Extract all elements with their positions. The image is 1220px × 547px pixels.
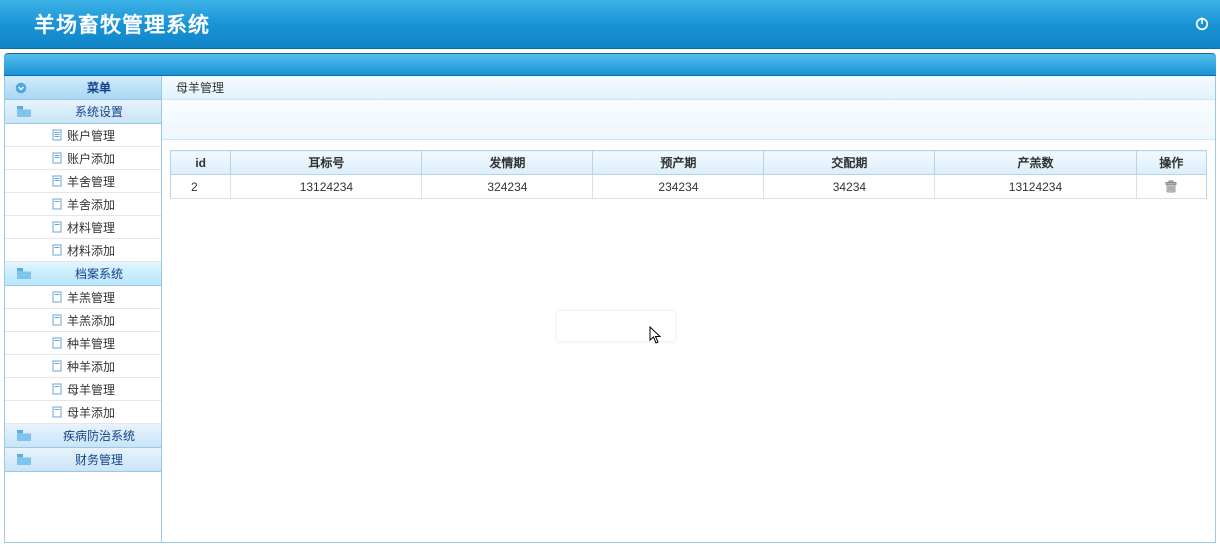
doc-icon — [51, 337, 63, 349]
sidebar-item-account-manage[interactable]: 账户管理 — [5, 124, 161, 147]
cell-action — [1136, 175, 1206, 199]
folder-icon — [17, 106, 31, 118]
cell-lamb: 13124234 — [935, 175, 1136, 199]
content-header: 母羊管理 — [162, 76, 1215, 100]
table-wrap: id 耳标号 发情期 预产期 交配期 产羔数 操作 2 13124234 324… — [162, 140, 1215, 209]
folder-icon — [17, 430, 31, 442]
sidebar-cat-finance[interactable]: 财务管理 — [5, 448, 161, 472]
floating-box — [556, 310, 676, 342]
sidebar-item-account-add[interactable]: 账户添加 — [5, 147, 161, 170]
sidebar-cat-label: 疾病防治系统 — [37, 427, 161, 444]
cell-ear: 13124234 — [231, 175, 422, 199]
cell-due: 234234 — [593, 175, 764, 199]
col-estrus[interactable]: 发情期 — [422, 151, 593, 175]
sidebar-item-label: 母羊管理 — [67, 381, 115, 398]
doc-icon — [51, 291, 63, 303]
folder-icon — [17, 268, 31, 280]
sidebar-cat-system[interactable]: 系统设置 — [5, 100, 161, 124]
sidebar-item-shed-add[interactable]: 羊舍添加 — [5, 193, 161, 216]
col-action[interactable]: 操作 — [1136, 151, 1206, 175]
top-blue-bar — [4, 53, 1216, 76]
cell-estrus: 324234 — [422, 175, 593, 199]
content-toolbar — [162, 100, 1215, 140]
sidebar-item-shed-manage[interactable]: 羊舍管理 — [5, 170, 161, 193]
sidebar-item-label: 种羊管理 — [67, 335, 115, 352]
sidebar-item-label: 羊舍管理 — [67, 173, 115, 190]
sidebar-item-label: 材料管理 — [67, 219, 115, 236]
doc-icon — [51, 383, 63, 395]
menu-header[interactable]: 菜单 — [5, 76, 161, 100]
collapse-icon — [15, 82, 27, 94]
table-header-row: id 耳标号 发情期 预产期 交配期 产羔数 操作 — [171, 151, 1207, 175]
doc-icon — [51, 244, 63, 256]
col-due[interactable]: 预产期 — [593, 151, 764, 175]
doc-icon — [51, 314, 63, 326]
sidebar-item-label: 种羊添加 — [67, 358, 115, 375]
col-lamb[interactable]: 产羔数 — [935, 151, 1136, 175]
trash-icon[interactable] — [1164, 180, 1178, 194]
sidebar-cat-label: 财务管理 — [37, 451, 161, 468]
sidebar-item-lamb-manage[interactable]: 羊羔管理 — [5, 286, 161, 309]
doc-icon — [51, 221, 63, 233]
sidebar-item-label: 材料添加 — [67, 242, 115, 259]
sidebar-item-material-add[interactable]: 材料添加 — [5, 239, 161, 262]
sidebar-item-label: 账户管理 — [67, 127, 115, 144]
data-table: id 耳标号 发情期 预产期 交配期 产羔数 操作 2 13124234 324… — [170, 150, 1207, 199]
sidebar-item-stud-manage[interactable]: 种羊管理 — [5, 332, 161, 355]
sidebar-item-label: 羊羔添加 — [67, 312, 115, 329]
power-icon[interactable] — [1194, 16, 1210, 35]
doc-icon — [51, 129, 63, 141]
cell-mate: 34234 — [764, 175, 935, 199]
sidebar-item-stud-add[interactable]: 种羊添加 — [5, 355, 161, 378]
sidebar-cat-label: 系统设置 — [37, 103, 161, 120]
col-id[interactable]: id — [171, 151, 231, 175]
menu-header-label: 菜单 — [37, 79, 161, 96]
col-mate[interactable]: 交配期 — [764, 151, 935, 175]
sidebar-item-lamb-add[interactable]: 羊羔添加 — [5, 309, 161, 332]
content-panel: 母羊管理 id 耳标号 发情期 预产期 交配期 产羔数 操作 — [162, 76, 1216, 543]
sidebar-item-label: 账户添加 — [67, 150, 115, 167]
app-header: 羊场畜牧管理系统 — [0, 0, 1220, 49]
sidebar-cat-archive[interactable]: 档案系统 — [5, 262, 161, 286]
folder-icon — [17, 454, 31, 466]
sidebar-item-ewe-manage[interactable]: 母羊管理 — [5, 378, 161, 401]
sidebar-item-label: 母羊添加 — [67, 404, 115, 421]
sidebar-item-ewe-add[interactable]: 母羊添加 — [5, 401, 161, 424]
page-title: 母羊管理 — [176, 79, 224, 96]
doc-icon — [51, 152, 63, 164]
app-title: 羊场畜牧管理系统 — [34, 9, 210, 39]
doc-icon — [51, 360, 63, 372]
table-row[interactable]: 2 13124234 324234 234234 34234 13124234 — [171, 175, 1207, 199]
cell-id: 2 — [171, 175, 231, 199]
doc-icon — [51, 198, 63, 210]
sidebar-item-material-manage[interactable]: 材料管理 — [5, 216, 161, 239]
col-ear[interactable]: 耳标号 — [231, 151, 422, 175]
sidebar-item-label: 羊羔管理 — [67, 289, 115, 306]
sidebar-cat-disease[interactable]: 疾病防治系统 — [5, 424, 161, 448]
sidebar: 菜单 系统设置 账户管理 账户添加 羊舍管理 羊舍添加 材料管理 — [4, 76, 162, 543]
doc-icon — [51, 406, 63, 418]
sidebar-item-label: 羊舍添加 — [67, 196, 115, 213]
doc-icon — [51, 175, 63, 187]
sidebar-cat-label: 档案系统 — [37, 265, 161, 282]
